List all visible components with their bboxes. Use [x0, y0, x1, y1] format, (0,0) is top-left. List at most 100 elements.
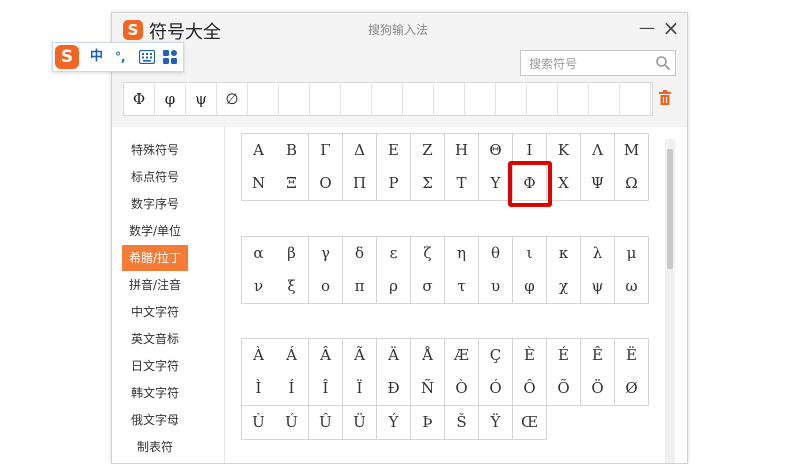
sidebar-item[interactable]: 俄文字母: [122, 407, 188, 433]
symbol-cell[interactable]: Δ: [343, 133, 377, 168]
symbol-cell[interactable]: É: [547, 338, 581, 373]
symbol-cell[interactable]: Ó: [479, 372, 513, 406]
ime-punct-button[interactable]: °,: [115, 47, 126, 67]
symbol-cell[interactable]: Ù: [241, 406, 276, 440]
symbol-cell[interactable]: Ì: [241, 372, 276, 406]
symbol-cell[interactable]: Ζ: [411, 133, 445, 168]
minimize-button[interactable]: —: [637, 18, 657, 38]
recent-symbol-cell[interactable]: [558, 83, 589, 115]
symbol-cell[interactable]: Þ: [411, 406, 445, 440]
symbol-cell[interactable]: ι: [513, 236, 547, 271]
symbol-cell[interactable]: ω: [615, 270, 649, 304]
search-box[interactable]: [520, 50, 676, 77]
symbol-cell[interactable]: ε: [377, 236, 411, 271]
trash-icon[interactable]: [658, 90, 672, 106]
symbol-cell[interactable]: λ: [581, 236, 615, 271]
symbol-cell[interactable]: γ: [309, 236, 343, 271]
recent-symbol-cell[interactable]: [589, 83, 620, 115]
symbol-cell[interactable]: φ: [513, 270, 547, 304]
symbol-cell[interactable]: Ξ: [275, 167, 309, 201]
symbol-cell[interactable]: σ: [411, 270, 445, 304]
symbol-cell[interactable]: Ρ: [377, 167, 411, 201]
recent-symbol-cell[interactable]: [465, 83, 496, 115]
scrollbar[interactable]: [665, 139, 675, 463]
symbol-cell[interactable]: Ω: [615, 167, 649, 201]
symbol-cell[interactable]: Ÿ: [479, 406, 513, 440]
sidebar-item[interactable]: 日文字符: [122, 353, 188, 379]
symbol-cell[interactable]: Õ: [547, 372, 581, 406]
recent-symbol-cell[interactable]: [248, 83, 279, 115]
recent-symbol-cell[interactable]: ∅: [217, 83, 248, 115]
symbol-cell[interactable]: Í: [275, 372, 309, 406]
recent-symbol-cell[interactable]: [341, 83, 372, 115]
symbol-cell[interactable]: ρ: [377, 270, 411, 304]
symbol-cell[interactable]: Û: [309, 406, 343, 440]
sidebar-item[interactable]: 特殊符号: [122, 137, 188, 163]
recent-symbol-cell[interactable]: Φ: [124, 83, 155, 115]
recent-symbol-cell[interactable]: [434, 83, 465, 115]
symbol-cell[interactable]: Â: [309, 338, 343, 373]
symbol-cell[interactable]: ν: [241, 270, 276, 304]
recent-symbol-cell[interactable]: [620, 83, 651, 115]
symbol-cell[interactable]: κ: [547, 236, 581, 271]
symbol-cell[interactable]: Φ: [513, 167, 547, 201]
symbol-cell[interactable]: È: [513, 338, 547, 373]
symbol-cell[interactable]: Æ: [445, 338, 479, 373]
symbol-cell[interactable]: ο: [309, 270, 343, 304]
sidebar-item[interactable]: 标点符号: [122, 164, 188, 190]
symbol-cell[interactable]: Ν: [241, 167, 276, 201]
symbol-cell[interactable]: μ: [615, 236, 649, 271]
symbol-cell[interactable]: δ: [343, 236, 377, 271]
symbol-cell[interactable]: υ: [479, 270, 513, 304]
sidebar-item[interactable]: 制表符: [122, 434, 188, 460]
recent-symbol-cell[interactable]: [403, 83, 434, 115]
symbol-cell[interactable]: Ð: [377, 372, 411, 406]
symbol-cell[interactable]: Ò: [445, 372, 479, 406]
symbol-cell[interactable]: Î: [309, 372, 343, 406]
symbol-cell[interactable]: Κ: [547, 133, 581, 168]
search-icon[interactable]: [655, 55, 671, 71]
recent-symbol-cell[interactable]: [372, 83, 403, 115]
symbol-cell[interactable]: Œ: [513, 406, 547, 440]
sidebar-item[interactable]: 英文音标: [122, 326, 188, 352]
symbol-cell[interactable]: Η: [445, 133, 479, 168]
ime-logo-icon[interactable]: S: [55, 45, 79, 69]
sidebar-item[interactable]: 希腊/拉丁: [122, 245, 188, 271]
symbol-cell[interactable]: Ο: [309, 167, 343, 201]
symbol-cell[interactable]: Ç: [479, 338, 513, 373]
symbol-cell[interactable]: Σ: [411, 167, 445, 201]
symbol-cell[interactable]: ψ: [581, 270, 615, 304]
toolbox-icon[interactable]: [163, 50, 177, 64]
symbol-cell[interactable]: Š: [445, 406, 479, 440]
recent-symbol-cell[interactable]: [310, 83, 341, 115]
symbol-cell[interactable]: Á: [275, 338, 309, 373]
symbol-cell[interactable]: Β: [275, 133, 309, 168]
symbol-cell[interactable]: Υ: [479, 167, 513, 201]
recent-symbol-cell[interactable]: [496, 83, 527, 115]
symbol-cell[interactable]: η: [445, 236, 479, 271]
symbol-cell[interactable]: χ: [547, 270, 581, 304]
symbol-cell[interactable]: Ψ: [581, 167, 615, 201]
symbol-cell[interactable]: Τ: [445, 167, 479, 201]
scroll-thumb[interactable]: [667, 149, 673, 269]
symbol-cell[interactable]: Μ: [615, 133, 649, 168]
symbol-cell[interactable]: Ü: [343, 406, 377, 440]
symbol-cell[interactable]: Ê: [581, 338, 615, 373]
symbol-cell[interactable]: Λ: [581, 133, 615, 168]
symbol-cell[interactable]: Ñ: [411, 372, 445, 406]
sidebar-item[interactable]: 拼音/注音: [122, 272, 188, 298]
symbol-cell[interactable]: Θ: [479, 133, 513, 168]
symbol-cell[interactable]: Ε: [377, 133, 411, 168]
sidebar-item[interactable]: 韩文字符: [122, 380, 188, 406]
symbol-cell[interactable]: Ý: [377, 406, 411, 440]
close-button[interactable]: ×: [661, 18, 681, 38]
ime-mode-button[interactable]: 中: [90, 47, 103, 67]
symbol-cell[interactable]: Ø: [615, 372, 649, 406]
recent-symbol-cell[interactable]: [527, 83, 558, 115]
symbol-cell[interactable]: Ë: [615, 338, 649, 373]
sidebar-item[interactable]: 数字序号: [122, 191, 188, 217]
symbol-cell[interactable]: α: [241, 236, 276, 271]
symbol-cell[interactable]: ξ: [275, 270, 309, 304]
recent-symbol-cell[interactable]: [279, 83, 310, 115]
symbol-cell[interactable]: Ä: [377, 338, 411, 373]
